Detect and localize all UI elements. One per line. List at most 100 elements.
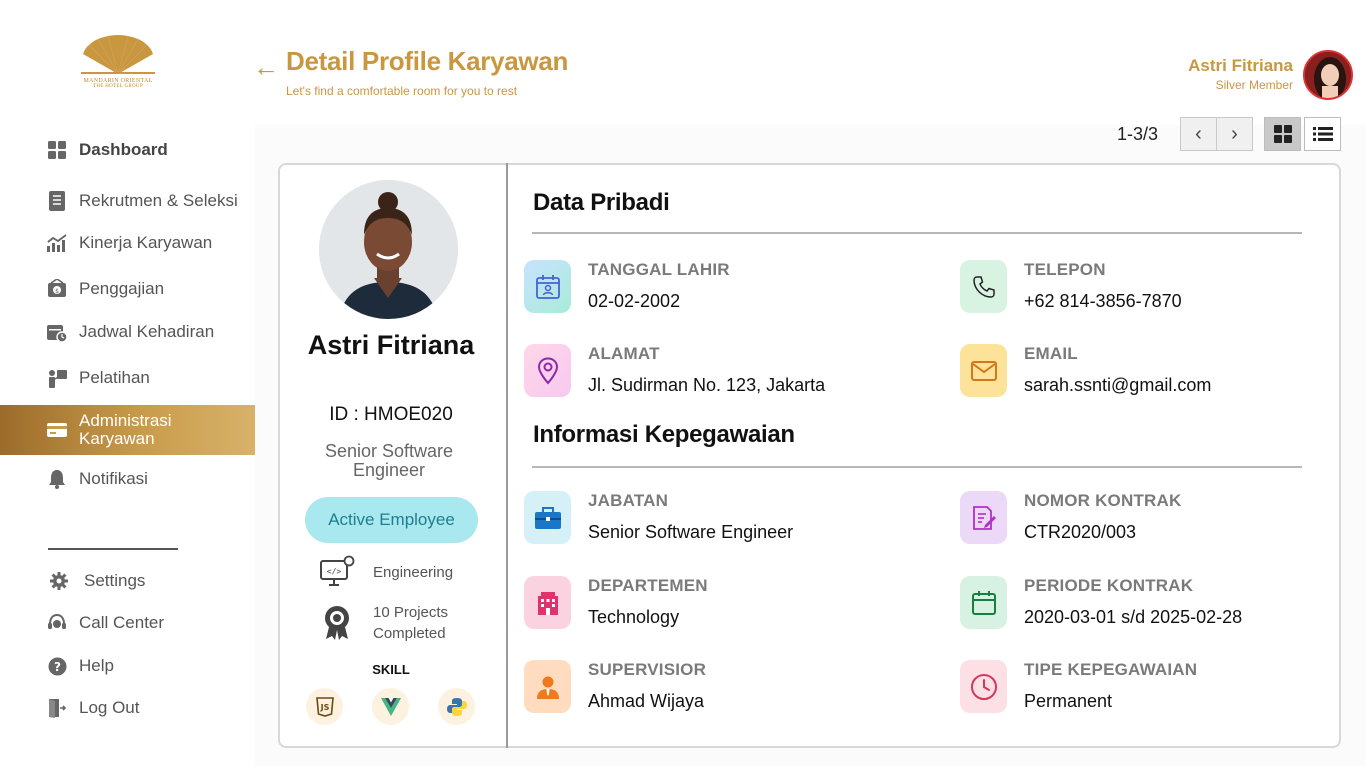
department-row: </> Engineering <box>318 553 453 591</box>
field-value: Technology <box>588 607 680 627</box>
card-divider <box>506 163 508 748</box>
field-value: Jl. Sudirman No. 123, Jakarta <box>588 375 826 395</box>
javascript-icon[interactable]: JS <box>306 688 343 725</box>
employee-id: ID : HMOE020 <box>329 404 453 425</box>
sidebar-item-label: Settings <box>84 571 146 590</box>
contract-edit-icon <box>960 491 1007 544</box>
sidebar-item-settings[interactable]: Settings <box>0 561 255 601</box>
field-address: ALAMAT Jl. Sudirman No. 123, Jakarta <box>524 344 924 398</box>
sidebar-item-call-center[interactable]: Call Center <box>0 603 255 643</box>
document-list-icon <box>47 191 67 211</box>
field-label: TELEPON <box>1024 260 1106 279</box>
sidebar-item-dashboard[interactable]: Dashboard <box>0 130 255 170</box>
profile-photo <box>319 180 458 319</box>
field-value: Ahmad Wijaya <box>588 691 705 711</box>
section-divider <box>532 232 1302 234</box>
section-title-personal: Data Pribadi <box>533 189 670 216</box>
python-icon[interactable] <box>438 688 475 725</box>
field-label: NOMOR KONTRAK <box>1024 491 1182 510</box>
building-icon <box>524 576 571 629</box>
field-label: PERIODE KONTRAK <box>1024 576 1194 595</box>
svg-text:JS: JS <box>319 703 329 712</box>
briefcase-icon <box>524 491 571 544</box>
field-position: JABATAN Senior Software Engineer <box>524 491 924 545</box>
sidebar-item-label: Rekrutmen & Seleksi <box>79 191 238 210</box>
section-divider <box>532 466 1302 468</box>
vue-icon[interactable] <box>372 688 409 725</box>
sidebar-item-notifications[interactable]: Notifikasi <box>0 459 255 499</box>
field-value: CTR2020/003 <box>1024 522 1137 542</box>
field-value: Permanent <box>1024 691 1113 711</box>
projects-text: 10 Projects Completed <box>373 604 449 642</box>
sidebar-item-label: Kinerja Karyawan <box>79 233 213 252</box>
svg-text:?: ? <box>54 660 61 674</box>
sidebar-item-label: Dashboard <box>79 140 168 159</box>
sidebar-item-label: Help <box>79 656 114 675</box>
page-title: Detail Profile Karyawan <box>286 46 569 76</box>
logout-icon <box>47 698 67 718</box>
user-name[interactable]: Astri Fitriana <box>1188 56 1293 76</box>
field-contract-number: NOMOR KONTRAK CTR2020/003 <box>960 491 1360 545</box>
clock-icon <box>960 660 1007 713</box>
projects-row: 10 Projects Completed <box>318 602 473 644</box>
calendar-icon <box>960 576 1007 629</box>
sidebar-item-help[interactable]: ? Help <box>0 646 255 686</box>
gear-icon <box>49 571 69 591</box>
id-card-icon <box>47 420 67 440</box>
chevron-right-icon: › <box>1231 122 1238 145</box>
field-label: SUPERVISIOR <box>588 660 707 679</box>
avatar[interactable] <box>1303 50 1353 100</box>
page-subtitle: Let's find a comfortable room for you to… <box>286 84 518 98</box>
calendar-user-icon <box>524 260 571 313</box>
field-value: 2020-03-01 s/d 2025-02-28 <box>1024 607 1243 627</box>
bell-icon <box>47 469 67 489</box>
svg-text:$: $ <box>55 288 59 295</box>
profile-role: Senior Software Engineer <box>324 441 454 480</box>
sidebar-item-label: Penggajian <box>79 279 165 298</box>
sidebar-item-attendance[interactable]: Jadwal Kehadiran <box>0 312 255 352</box>
sidebar-item-logout[interactable]: Log Out <box>0 688 255 728</box>
sidebar-divider <box>48 548 178 550</box>
calendar-clock-icon <box>47 322 67 342</box>
chart-growth-icon <box>47 233 67 253</box>
field-contract-period: PERIODE KONTRAK 2020-03-01 s/d 2025-02-2… <box>960 576 1360 630</box>
department-text: Engineering <box>373 563 454 581</box>
field-email: EMAIL sarah.ssnti@gmail.com <box>960 344 1360 398</box>
profile-name: Astri Fitriana <box>307 330 475 360</box>
training-icon <box>47 368 67 388</box>
sidebar-item-recruitment[interactable]: Rekrutmen & Seleksi <box>0 181 255 221</box>
mail-icon <box>960 344 1007 397</box>
field-label: TIPE KEPEGAWAIAN <box>1024 660 1198 679</box>
field-label: TANGGAL LAHIR <box>588 260 730 279</box>
back-arrow-icon[interactable]: ← <box>253 52 279 83</box>
sidebar-item-performance[interactable]: Kinerja Karyawan <box>0 223 255 263</box>
dashboard-icon <box>47 140 67 160</box>
pagination-range: 1-3/3 <box>1117 124 1159 144</box>
grid-icon <box>1273 125 1292 143</box>
field-birthdate: TANGGAL LAHIR 02-02-2002 <box>524 260 924 314</box>
status-badge: Active Employee <box>305 497 478 543</box>
field-supervisor: SUPERVISIOR Ahmad Wijaya <box>524 660 924 714</box>
sidebar-item-training[interactable]: Pelatihan <box>0 358 255 398</box>
sidebar-item-label: Notifikasi <box>79 469 148 488</box>
sidebar-item-label: Call Center <box>79 613 165 632</box>
prev-page-button[interactable]: ‹ <box>1180 117 1217 151</box>
fan-logo-icon <box>81 35 155 74</box>
field-department: DEPARTEMEN Technology <box>524 576 924 630</box>
list-view-button[interactable] <box>1304 117 1341 151</box>
field-phone: TELEPON +62 814-3856-7870 <box>960 260 1360 314</box>
brand-logo[interactable]: MANDARIN ORIENTAL THE HOTEL GROUP <box>78 34 158 98</box>
phone-icon <box>960 260 1007 313</box>
sidebar-item-payroll[interactable]: $ Penggajian <box>0 269 255 309</box>
sidebar-item-label: Administrasi Karyawan <box>79 411 172 448</box>
list-icon <box>1312 127 1333 141</box>
next-page-button[interactable]: › <box>1216 117 1253 151</box>
sidebar-item-employee-admin[interactable]: Administrasi Karyawan <box>0 405 255 455</box>
award-badge-icon <box>318 604 356 642</box>
field-label: ALAMAT <box>588 344 660 363</box>
field-label: JABATAN <box>588 491 669 510</box>
user-tie-icon <box>524 660 571 713</box>
grid-view-button[interactable] <box>1264 117 1301 151</box>
sidebar-item-label: Jadwal Kehadiran <box>79 322 215 341</box>
field-label: DEPARTEMEN <box>588 576 708 595</box>
